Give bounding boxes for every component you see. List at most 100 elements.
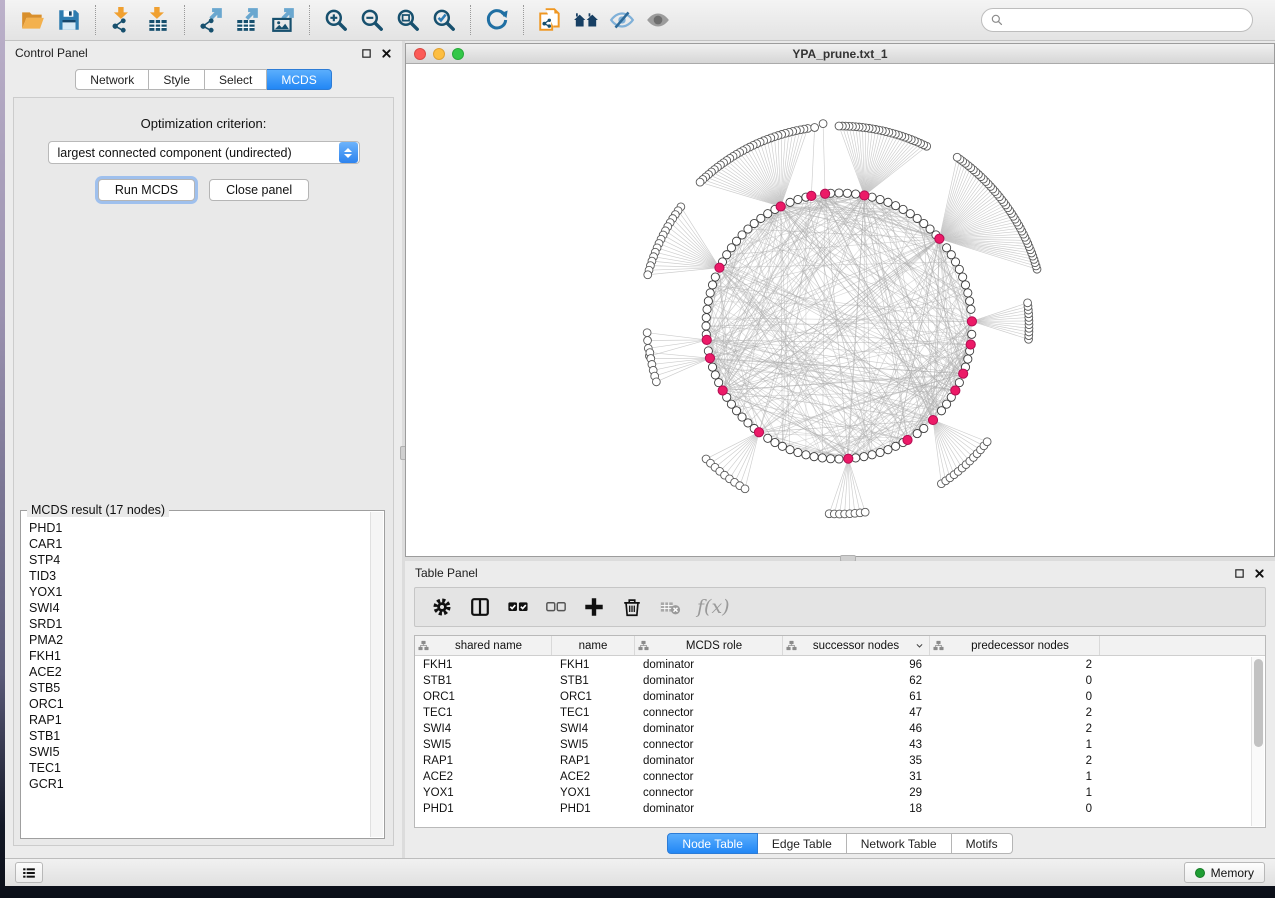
mcds-result-item[interactable]: SWI5	[29, 744, 370, 760]
graph-node[interactable]	[835, 455, 843, 463]
mcds-result-item[interactable]: GCR1	[29, 776, 370, 792]
tab-network[interactable]: Network	[75, 69, 149, 90]
mcds-node[interactable]	[967, 317, 976, 326]
mcds-list-scrollbar[interactable]	[370, 512, 383, 837]
tab-motifs[interactable]: Motifs	[952, 833, 1013, 854]
graph-node[interactable]	[955, 265, 963, 273]
zoom-out-button[interactable]	[354, 3, 390, 37]
run-mcds-button[interactable]: Run MCDS	[98, 179, 195, 201]
column-header-MCDS-role[interactable]: MCDS role	[635, 636, 783, 655]
mcds-result-item[interactable]: RAP1	[29, 712, 370, 728]
mcds-node[interactable]	[903, 435, 912, 444]
graph-node[interactable]	[868, 451, 876, 459]
graph-node[interactable]	[964, 355, 972, 363]
mcds-result-item[interactable]: STP4	[29, 552, 370, 568]
optimization-criterion-select[interactable]: largest connected component (undirected)	[48, 141, 360, 164]
mcds-result-item[interactable]: TID3	[29, 568, 370, 584]
tab-style[interactable]: Style	[149, 69, 205, 90]
graph-node[interactable]	[786, 446, 794, 454]
graph-node[interactable]	[884, 198, 892, 206]
graph-leaf-node[interactable]	[861, 508, 869, 516]
table-row[interactable]: ACE2ACE2connector311	[415, 769, 1251, 785]
graph-node[interactable]	[778, 442, 786, 450]
mcds-node[interactable]	[754, 428, 763, 437]
mcds-node[interactable]	[705, 354, 714, 363]
table-row[interactable]: RAP1RAP1dominator352	[415, 753, 1251, 769]
tab-select[interactable]: Select	[205, 69, 267, 90]
export-network-button[interactable]	[193, 3, 229, 37]
mcds-result-item[interactable]: SWI4	[29, 600, 370, 616]
table-row[interactable]: PHD1PHD1dominator180	[415, 801, 1251, 817]
table-row[interactable]: FKH1FKH1dominator962	[415, 657, 1251, 673]
mcds-node[interactable]	[776, 202, 785, 211]
graph-node[interactable]	[711, 371, 719, 379]
deselect-all-button[interactable]	[539, 591, 573, 623]
graph-leaf-node[interactable]	[1024, 299, 1032, 307]
window-close-button[interactable]	[414, 48, 426, 60]
mcds-result-item[interactable]: YOX1	[29, 584, 370, 600]
mcds-node[interactable]	[702, 335, 711, 344]
graph-node[interactable]	[942, 244, 950, 252]
graph-node[interactable]	[708, 281, 716, 289]
mcds-node[interactable]	[928, 415, 937, 424]
graph-node[interactable]	[703, 305, 711, 313]
graph-node[interactable]	[959, 273, 967, 281]
graph-node[interactable]	[884, 446, 892, 454]
mcds-node[interactable]	[951, 386, 960, 395]
graph-node[interactable]	[827, 455, 835, 463]
table-row[interactable]: SWI5SWI5connector431	[415, 737, 1251, 753]
graph-leaf-node[interactable]	[644, 337, 652, 345]
mcds-node[interactable]	[860, 191, 869, 200]
graph-node[interactable]	[794, 448, 802, 456]
column-header-shared-name[interactable]: shared name	[415, 636, 552, 655]
graph-node[interactable]	[706, 289, 714, 297]
graph-leaf-node[interactable]	[643, 329, 651, 337]
export-image-button[interactable]	[265, 3, 301, 37]
graph-node[interactable]	[892, 442, 900, 450]
table-row[interactable]: SWI4SWI4dominator462	[415, 721, 1251, 737]
graph-node[interactable]	[835, 189, 843, 197]
memory-button[interactable]: Memory	[1184, 862, 1265, 883]
import-table-button[interactable]	[140, 3, 176, 37]
gear-button[interactable]	[425, 591, 459, 623]
table-row[interactable]: ORC1ORC1dominator610	[415, 689, 1251, 705]
graph-node[interactable]	[810, 453, 818, 461]
mcds-result-item[interactable]: PHD1	[29, 520, 370, 536]
graph-node[interactable]	[876, 448, 884, 456]
mcds-result-item[interactable]: PMA2	[29, 632, 370, 648]
mcds-result-item[interactable]: SRD1	[29, 616, 370, 632]
float-table-panel-icon[interactable]	[1234, 568, 1245, 579]
delete-row-button[interactable]	[615, 591, 649, 623]
zoom-selected-button[interactable]	[426, 3, 462, 37]
graph-node[interactable]	[964, 289, 972, 297]
graph-node[interactable]	[961, 281, 969, 289]
window-minimize-button[interactable]	[433, 48, 445, 60]
graph-node[interactable]	[967, 305, 975, 313]
import-network-button[interactable]	[104, 3, 140, 37]
mcds-node[interactable]	[844, 454, 853, 463]
column-header-successor-nodes[interactable]: successor nodes	[783, 636, 930, 655]
mcds-node[interactable]	[966, 340, 975, 349]
graph-node[interactable]	[715, 379, 723, 387]
mcds-result-list[interactable]: PHD1CAR1STP4TID3YOX1SWI4SRD1PMA2FKH1ACE2…	[22, 512, 370, 837]
graph-leaf-node[interactable]	[741, 485, 749, 493]
graph-node[interactable]	[899, 205, 907, 213]
graph-leaf-node[interactable]	[811, 124, 819, 132]
mcds-node[interactable]	[935, 234, 944, 243]
mcds-result-item[interactable]: ACE2	[29, 664, 370, 680]
table-scrollbar[interactable]	[1251, 657, 1264, 826]
graph-node[interactable]	[876, 195, 884, 203]
float-panel-icon[interactable]	[361, 48, 372, 59]
houses-button[interactable]	[568, 3, 604, 37]
tab-mcds[interactable]: MCDS	[267, 69, 331, 90]
graph-node[interactable]	[968, 330, 976, 338]
graph-node[interactable]	[702, 322, 710, 330]
mcds-node[interactable]	[959, 369, 968, 378]
network-view-canvas[interactable]	[406, 64, 1274, 556]
open-file-button[interactable]	[15, 3, 51, 37]
mcds-result-item[interactable]: STB1	[29, 728, 370, 744]
mcds-node[interactable]	[718, 386, 727, 395]
table-scrollbar-thumb[interactable]	[1254, 659, 1263, 747]
close-panel-icon[interactable]	[381, 48, 392, 59]
mcds-result-item[interactable]: STB5	[29, 680, 370, 696]
